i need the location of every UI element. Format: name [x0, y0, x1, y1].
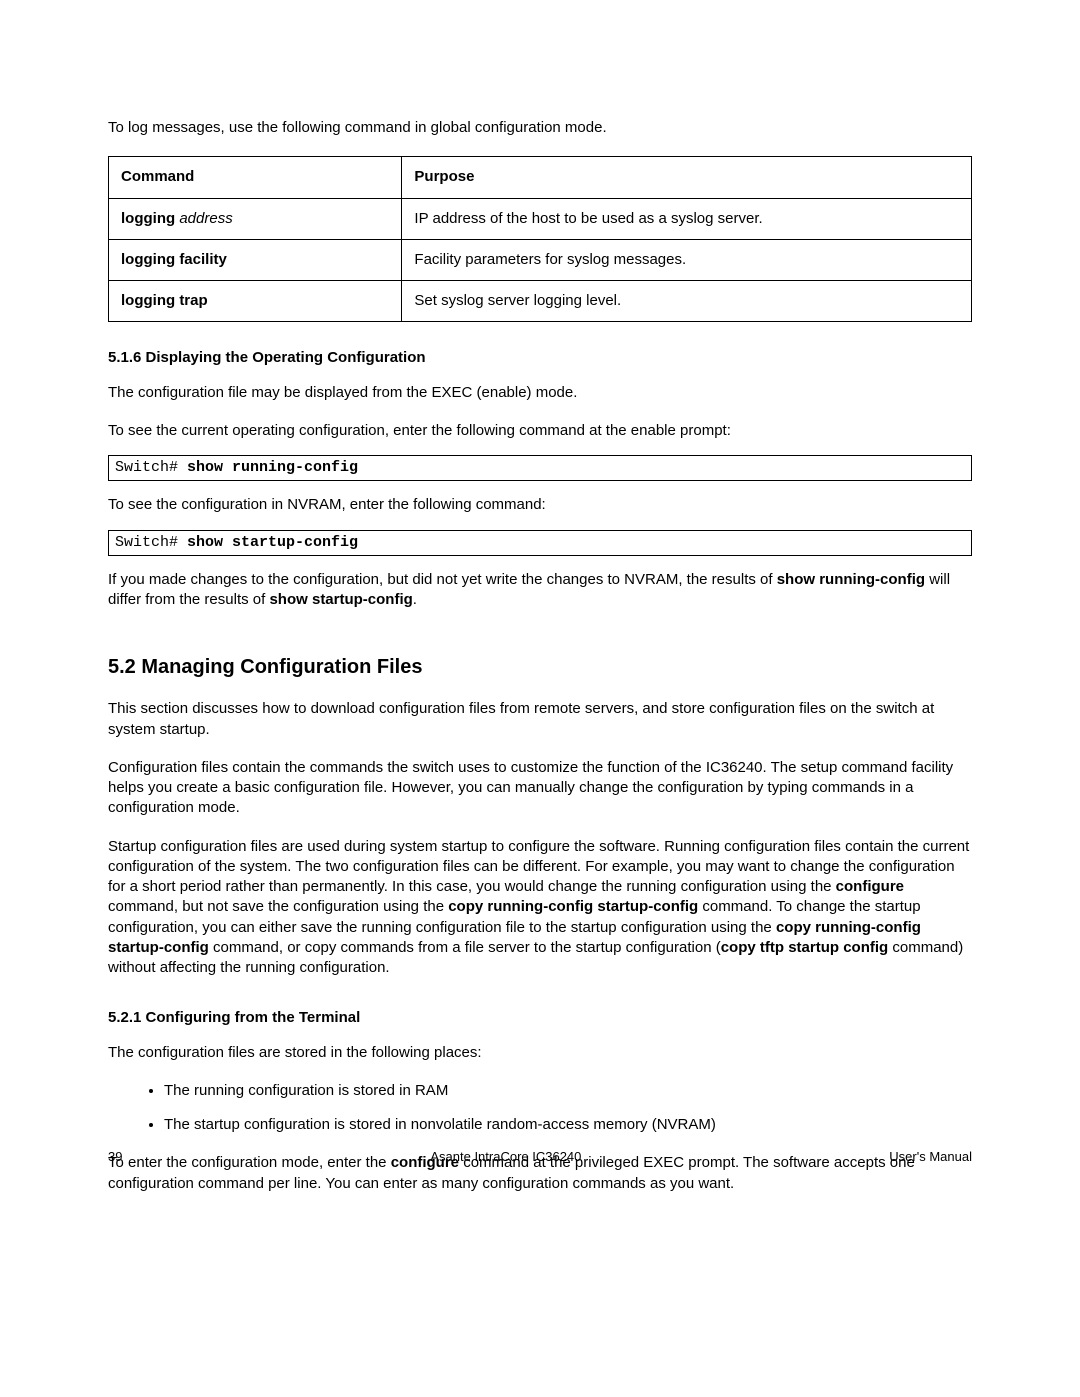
- table-header-command: Command: [109, 157, 402, 198]
- heading-516: 5.1.6 Displaying the Operating Configura…: [108, 348, 972, 368]
- footer-center: Asante IntraCore IC36240: [430, 1148, 581, 1166]
- paragraph: The configuration file may be displayed …: [108, 383, 972, 403]
- heading-521: 5.2.1 Configuring from the Terminal: [108, 1008, 972, 1028]
- page-number: 39: [108, 1148, 122, 1166]
- cmd-name: logging: [121, 210, 175, 227]
- cmd-purpose: IP address of the host to be used as a s…: [402, 198, 972, 239]
- paragraph: This section discusses how to download c…: [108, 699, 972, 740]
- bullet-list: The running configuration is stored in R…: [108, 1081, 972, 1136]
- cmd-purpose: Set syslog server logging level.: [402, 281, 972, 322]
- paragraph: To see the configuration in NVRAM, enter…: [108, 495, 972, 515]
- code-box: Switch# show running-config: [108, 455, 972, 481]
- footer-right: User's Manual: [889, 1148, 972, 1166]
- cmd-arg: address: [175, 210, 233, 227]
- page-footer: 39 Asante IntraCore IC36240 User's Manua…: [108, 1148, 972, 1166]
- code-command: show startup-config: [187, 534, 358, 551]
- page-content: To log messages, use the following comma…: [0, 0, 1080, 1194]
- table-row: logging facility Facility parameters for…: [109, 239, 972, 280]
- heading-52: 5.2 Managing Configuration Files: [108, 654, 972, 681]
- cmd-name: logging trap: [121, 292, 208, 309]
- paragraph: Configuration files contain the commands…: [108, 758, 972, 819]
- prompt: Switch#: [115, 459, 187, 476]
- list-item: The startup configuration is stored in n…: [164, 1115, 972, 1135]
- code-command: show running-config: [187, 459, 358, 476]
- cmd-name: logging facility: [121, 251, 227, 268]
- prompt: Switch#: [115, 534, 187, 551]
- table-header-purpose: Purpose: [402, 157, 972, 198]
- list-item: The running configuration is stored in R…: [164, 1081, 972, 1101]
- code-box: Switch# show startup-config: [108, 530, 972, 556]
- paragraph: Startup configuration files are used dur…: [108, 837, 972, 979]
- command-table: Command Purpose logging address IP addre…: [108, 156, 972, 322]
- table-row: logging trap Set syslog server logging l…: [109, 281, 972, 322]
- paragraph: To see the current operating configurati…: [108, 421, 972, 441]
- paragraph: The configuration files are stored in th…: [108, 1043, 972, 1063]
- intro-paragraph: To log messages, use the following comma…: [108, 118, 972, 138]
- table-row: logging address IP address of the host t…: [109, 198, 972, 239]
- cmd-purpose: Facility parameters for syslog messages.: [402, 239, 972, 280]
- paragraph: If you made changes to the configuration…: [108, 570, 972, 611]
